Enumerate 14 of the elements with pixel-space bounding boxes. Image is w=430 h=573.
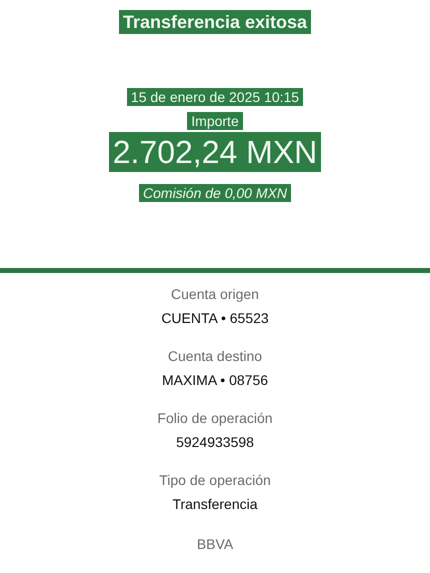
detail-label: Cuenta origen bbox=[171, 285, 259, 303]
amount-label: Importe bbox=[187, 112, 243, 130]
detail-value: MAXIMA • 08756 bbox=[162, 371, 268, 389]
detail-value: CUENTA • 65523 bbox=[161, 309, 269, 327]
detail-label: Cuenta destino bbox=[168, 347, 262, 365]
detail-value: 5924933598 bbox=[176, 433, 254, 451]
detail-value: Transferencia bbox=[172, 495, 258, 513]
success-title: Transferencia exitosa bbox=[118, 10, 312, 34]
transfer-date: 15 de enero de 2025 10:15 bbox=[126, 88, 304, 106]
detail-label: Folio de operación bbox=[157, 409, 273, 427]
bank-name: BBVA bbox=[196, 535, 234, 553]
fee-text: Comisión de 0,00 MXN bbox=[139, 184, 291, 202]
detail-label: Tipo de operación bbox=[159, 471, 271, 489]
amount-value: 2.702,24 MXN bbox=[108, 132, 322, 172]
